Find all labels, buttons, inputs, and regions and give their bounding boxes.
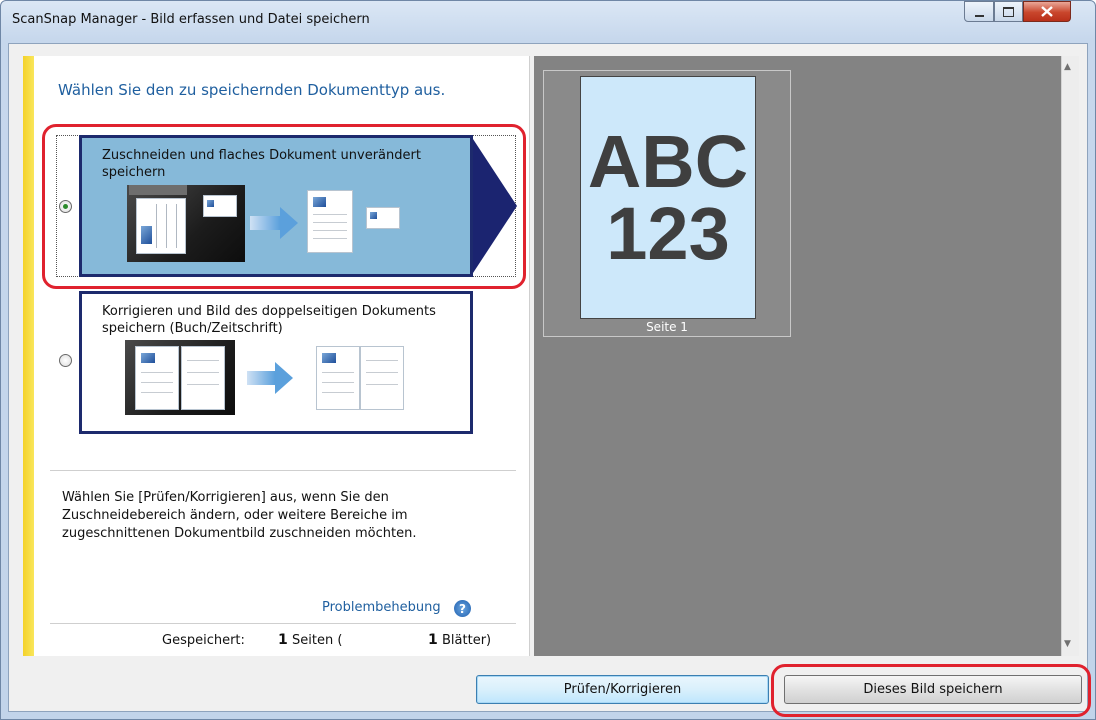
page-text-line: ABC (587, 120, 749, 203)
page-text-line: 123 (606, 192, 730, 275)
divider (50, 470, 516, 471)
saved-pages-count: 1 (278, 632, 288, 648)
highlight-callout (771, 664, 1091, 717)
help-icon[interactable]: ? (454, 600, 471, 617)
window-title: ScanSnap Manager - Bild erfassen und Dat… (12, 12, 370, 27)
preview-scrollbar[interactable] (1061, 56, 1079, 656)
maximize-icon (1003, 6, 1014, 17)
result-book-picture (322, 353, 336, 363)
troubleshooting-link[interactable]: Problembehebung (322, 600, 441, 615)
text-line (366, 372, 398, 373)
text-line (187, 384, 219, 385)
scroll-up-arrow-icon[interactable]: ▲ (1064, 62, 1071, 72)
accent-stripe (23, 56, 34, 656)
scroll-down-arrow-icon[interactable]: ▼ (1064, 639, 1071, 649)
saved-sheets-unit: Blätter) (442, 633, 492, 648)
minimize-icon (974, 14, 984, 17)
close-button[interactable] (1023, 1, 1071, 22)
option-double-page-label: Korrigieren und Bild des doppelseitigen … (102, 304, 436, 336)
panel-heading: Wählen Sie den zu speichernden Dokumentt… (58, 81, 446, 99)
text-line (366, 360, 398, 361)
page-thumbnail-content: ABC 123 (580, 120, 756, 275)
text-line (141, 392, 173, 393)
check-correct-button[interactable]: Prüfen/Korrigieren (476, 675, 769, 704)
minimize-button[interactable] (964, 1, 994, 22)
radio-double-page-document[interactable] (59, 354, 72, 367)
saved-sheets-count: 1 (428, 632, 438, 648)
text-line (141, 372, 173, 373)
arrow-right-icon (275, 362, 293, 394)
close-icon (1041, 6, 1053, 17)
text-line (187, 360, 219, 361)
divider (50, 623, 516, 624)
text-line (187, 372, 219, 373)
page-caption: Seite 1 (646, 320, 688, 334)
text-line (322, 392, 354, 393)
text-line (322, 382, 354, 383)
saved-pages-unit: Seiten ( (292, 633, 343, 648)
text-line (366, 384, 398, 385)
maximize-button[interactable] (994, 1, 1023, 22)
arrow-shaft (247, 371, 275, 385)
text-line (322, 372, 354, 373)
book-right-page (181, 346, 225, 410)
highlight-callout (42, 124, 526, 289)
result-right-page (360, 346, 404, 410)
text-line (141, 382, 173, 383)
saved-label: Gespeichert: (162, 633, 245, 648)
help-text: Wählen Sie [Prüfen/Korrigieren] aus, wen… (62, 490, 417, 541)
book-picture (141, 353, 155, 363)
